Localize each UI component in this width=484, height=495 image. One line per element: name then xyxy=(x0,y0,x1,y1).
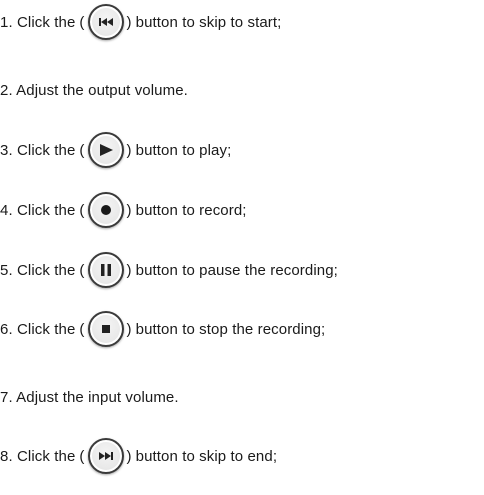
stop-icon xyxy=(101,325,110,333)
play-icon xyxy=(99,144,113,156)
step-1-open-paren: ( xyxy=(79,13,85,31)
step-1: 1. Click the ( ) button to skip to start… xyxy=(0,2,281,42)
step-3-open-paren: ( xyxy=(79,141,85,159)
step-3-close-paren: ) xyxy=(126,141,132,159)
step-6-open-paren: ( xyxy=(79,320,85,338)
step-4-close-paren: ) xyxy=(126,201,132,219)
step-4: 4. Click the ( ) button to record; xyxy=(0,190,247,230)
step-5-close-paren: ) xyxy=(126,261,132,279)
record-icon xyxy=(100,205,111,215)
step-7-text: 7. Adjust the input volume. xyxy=(0,388,179,406)
step-8-prefix: 8. Click the xyxy=(0,447,76,465)
play-button xyxy=(87,132,124,168)
step-8: 8. Click the ( ) button to skip to end; xyxy=(0,436,277,476)
step-5: 5. Click the ( ) button to pause the rec… xyxy=(0,250,338,290)
step-7: 7. Adjust the input volume. xyxy=(0,377,179,417)
step-3-suffix: button to play; xyxy=(135,141,232,159)
step-8-close-paren: ) xyxy=(126,447,132,465)
step-4-prefix: 4. Click the xyxy=(0,201,76,219)
step-4-suffix: button to record; xyxy=(135,201,247,219)
step-1-suffix: button to skip to start; xyxy=(135,13,282,31)
step-6: 6. Click the ( ) button to stop the reco… xyxy=(0,309,325,349)
skip-to-end-icon xyxy=(98,452,113,460)
step-2-text: 2. Adjust the output volume. xyxy=(0,81,188,99)
step-4-open-paren: ( xyxy=(79,201,85,219)
record-button xyxy=(87,192,124,228)
stop-button xyxy=(87,311,124,347)
skip-to-start-icon xyxy=(98,18,113,26)
step-6-prefix: 6. Click the xyxy=(0,320,76,338)
skip-to-start-button xyxy=(87,4,124,40)
pause-button xyxy=(87,252,124,288)
step-6-suffix: button to stop the recording; xyxy=(135,320,326,338)
step-3-prefix: 3. Click the xyxy=(0,141,76,159)
step-2: 2. Adjust the output volume. xyxy=(0,70,188,110)
step-1-prefix: 1. Click the xyxy=(0,13,76,31)
step-8-open-paren: ( xyxy=(79,447,85,465)
step-8-suffix: button to skip to end; xyxy=(135,447,278,465)
step-6-close-paren: ) xyxy=(126,320,132,338)
step-5-prefix: 5. Click the xyxy=(0,261,76,279)
step-5-open-paren: ( xyxy=(79,261,85,279)
step-3: 3. Click the ( ) button to play; xyxy=(0,130,231,170)
skip-to-end-button xyxy=(87,438,124,474)
step-5-suffix: button to pause the recording; xyxy=(135,261,338,279)
step-1-close-paren: ) xyxy=(126,13,132,31)
pause-icon xyxy=(100,264,111,276)
